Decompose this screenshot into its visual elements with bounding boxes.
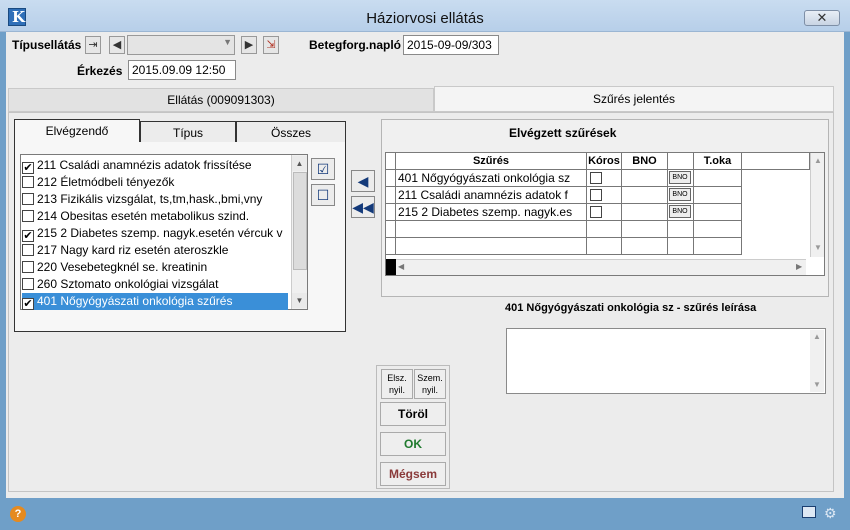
checkbox[interactable] bbox=[22, 210, 34, 222]
elsz-nyil-button[interactable]: Elsz. nyil. bbox=[381, 369, 413, 399]
table-cell[interactable] bbox=[622, 187, 668, 204]
cancel-button[interactable]: Mégsem bbox=[380, 462, 446, 486]
prev-icon[interactable]: ◀ bbox=[109, 36, 125, 54]
list-item[interactable]: ✔ 215 2 Diabetes szemp. nagyk.esetén vérc… bbox=[22, 225, 288, 242]
grid-hscrollbar[interactable]: ◀ ▶ bbox=[396, 259, 806, 275]
betegforg-field[interactable]: 2015-09-09/303 bbox=[403, 35, 499, 55]
check-all-icon[interactable]: ☑ bbox=[311, 158, 335, 180]
done-grid[interactable]: Szűrés Kóros BNO T.oka 401 Nőgyógyászati… bbox=[385, 152, 825, 276]
checkbox[interactable] bbox=[22, 278, 34, 290]
description-title: 401 Nőgyógyászati onkológia sz - szűrés … bbox=[505, 302, 757, 314]
bno-button[interactable]: BNO bbox=[669, 171, 691, 184]
table-cell[interactable] bbox=[694, 170, 742, 187]
col-btn bbox=[668, 153, 694, 170]
erkezes-field[interactable]: 2015.09.09 12:50 bbox=[128, 60, 236, 80]
tab-elvegzendo[interactable]: Elvégzendő bbox=[14, 119, 140, 142]
next-icon[interactable]: ▶ bbox=[241, 36, 257, 54]
gear-icon[interactable]: ⚙ bbox=[824, 505, 837, 522]
bno-button[interactable]: BNO bbox=[669, 188, 691, 201]
erkezes-label: Érkezés bbox=[77, 64, 123, 78]
list-item[interactable]: 220 Vesebetegknél se. kreatinin bbox=[22, 259, 288, 276]
szem-nyil-button[interactable]: Szem. nyil. bbox=[414, 369, 446, 399]
list-item[interactable]: 217 Nagy kard riz esetén ateroszkle bbox=[22, 242, 288, 259]
scroll-down-icon[interactable]: ▼ bbox=[813, 380, 821, 389]
list-item[interactable]: 260 Sztomato onkológiai vizsgálat bbox=[22, 276, 288, 293]
list-item[interactable]: 212 Életmódbeli tényezők bbox=[22, 174, 288, 191]
table-cell[interactable]: 401 Nőgyógyászati onkológia sz bbox=[396, 170, 587, 187]
col-toka: T.oka bbox=[694, 153, 742, 170]
screening-list[interactable]: ✔ 211 Családi anamnézis adatok frissítése… bbox=[20, 154, 308, 310]
checkbox[interactable] bbox=[22, 261, 34, 273]
uncheck-all-icon[interactable]: ☐ bbox=[311, 184, 335, 206]
koros-checkbox[interactable] bbox=[590, 189, 602, 201]
table-cell[interactable] bbox=[694, 187, 742, 204]
koros-checkbox[interactable] bbox=[590, 206, 602, 218]
col-bno: BNO bbox=[622, 153, 668, 170]
list-item[interactable]: ✔ 401 Nőgyógyászati onkológia szűrés bbox=[22, 293, 288, 310]
status-bar bbox=[0, 498, 850, 530]
scroll-down-icon[interactable]: ▼ bbox=[292, 293, 307, 308]
tab-osszes[interactable]: Összes bbox=[236, 121, 346, 143]
list-item[interactable]: ✔ 211 Családi anamnézis adatok frissítése bbox=[22, 157, 288, 174]
tab-ellatas[interactable]: Ellátás (009091303) bbox=[8, 88, 434, 112]
list-item[interactable]: 213 Fizikális vizsgálat, ts,tm,hask.,bmi… bbox=[22, 191, 288, 208]
chevron-down-icon: ▼ bbox=[223, 37, 232, 47]
col-szures: Szűrés bbox=[396, 153, 587, 170]
table-cell[interactable] bbox=[587, 204, 622, 221]
import-icon[interactable]: ⇥ bbox=[85, 36, 101, 54]
table-cell[interactable] bbox=[622, 204, 668, 221]
export-icon[interactable]: ⇲ bbox=[263, 36, 279, 54]
table-cell: BNO bbox=[668, 170, 694, 187]
table-cell: BNO bbox=[668, 187, 694, 204]
koros-checkbox[interactable] bbox=[590, 172, 602, 184]
scroll-up-icon[interactable]: ▲ bbox=[813, 332, 821, 341]
move-all-left-icon[interactable]: ◀◀ bbox=[351, 196, 375, 218]
help-icon[interactable]: ? bbox=[10, 506, 26, 522]
checkbox[interactable] bbox=[22, 244, 34, 256]
tab-tipus[interactable]: Típus bbox=[140, 121, 236, 143]
betegforg-label: Betegforg.napló bbox=[309, 38, 401, 52]
table-cell[interactable] bbox=[587, 187, 622, 204]
checkbox[interactable]: ✔ bbox=[22, 162, 34, 174]
checkbox[interactable]: ✔ bbox=[22, 298, 34, 310]
move-left-icon[interactable]: ◀ bbox=[351, 170, 375, 192]
bno-button[interactable]: BNO bbox=[669, 205, 691, 218]
description-textarea[interactable] bbox=[506, 328, 826, 394]
scroll-right-icon[interactable]: ▶ bbox=[796, 262, 802, 271]
list-view-icon[interactable] bbox=[802, 506, 816, 518]
scroll-down-icon[interactable]: ▼ bbox=[814, 243, 822, 252]
tipusellatas-label: Típusellátás bbox=[12, 38, 82, 52]
row-indicator bbox=[386, 259, 396, 275]
col-koros: Kóros bbox=[587, 153, 622, 170]
ok-button[interactable]: OK bbox=[380, 432, 446, 456]
table-cell[interactable]: 215 2 Diabetes szemp. nagyk.es bbox=[396, 204, 587, 221]
scroll-left-icon[interactable]: ◀ bbox=[398, 262, 404, 271]
table-cell[interactable] bbox=[622, 170, 668, 187]
close-button[interactable]: ✕ bbox=[804, 10, 840, 26]
scroll-up-icon[interactable]: ▲ bbox=[814, 156, 822, 165]
scroll-thumb[interactable] bbox=[293, 172, 307, 270]
done-title: Elvégzett szűrések bbox=[509, 126, 617, 140]
description-scrollbar[interactable]: ▲ ▼ bbox=[810, 330, 824, 392]
tab-szures-jelentes[interactable]: Szűrés jelentés bbox=[434, 86, 834, 112]
tipusellatas-combo[interactable]: ▼ bbox=[127, 35, 235, 55]
checkbox[interactable] bbox=[22, 193, 34, 205]
grid-vscrollbar[interactable]: ▲ ▼ bbox=[810, 153, 824, 257]
table-cell[interactable] bbox=[694, 204, 742, 221]
table-cell: BNO bbox=[668, 204, 694, 221]
torol-button[interactable]: Töröl bbox=[380, 402, 446, 426]
list-item[interactable]: 214 Obesitas esetén metabolikus szind. bbox=[22, 208, 288, 225]
list-scrollbar[interactable]: ▲ ▼ bbox=[291, 155, 307, 309]
checkbox[interactable]: ✔ bbox=[22, 230, 34, 242]
table-cell[interactable] bbox=[587, 170, 622, 187]
checkbox[interactable] bbox=[22, 176, 34, 188]
window-title: Háziorvosi ellátás bbox=[366, 10, 484, 27]
scroll-up-icon[interactable]: ▲ bbox=[292, 156, 307, 171]
table-cell[interactable]: 211 Családi anamnézis adatok f bbox=[396, 187, 587, 204]
